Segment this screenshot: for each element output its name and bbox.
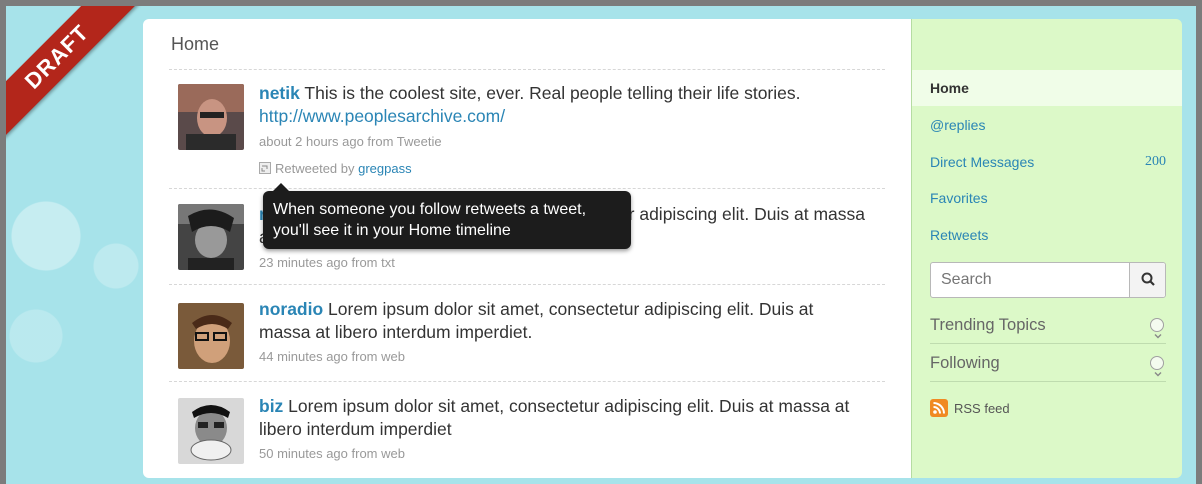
- tweet-text: Lorem ipsum dolor sit amet, consectetur …: [259, 396, 850, 439]
- retweet-line: Retweeted by gregpass: [259, 161, 412, 176]
- tweet-item: noradio Lorem ipsum dolor sit amet, cons…: [169, 284, 885, 380]
- tweet-meta: 44 minutes ago from web: [259, 349, 405, 364]
- rss-label: RSS feed: [954, 401, 1010, 416]
- section-label: Following: [930, 354, 1000, 372]
- retweet-label: Retweeted by: [275, 161, 359, 176]
- magnifier-icon: [1141, 272, 1155, 286]
- retweet-user-link[interactable]: gregpass: [358, 161, 411, 176]
- tweet-username[interactable]: noradio: [259, 299, 323, 319]
- avatar[interactable]: [178, 398, 244, 464]
- sidebar-item-home[interactable]: Home: [912, 70, 1182, 106]
- tweet-item: netik This is the coolest site, ever. Re…: [169, 69, 885, 189]
- following-section[interactable]: Following: [930, 344, 1166, 382]
- rss-feed-link[interactable]: RSS feed: [930, 399, 1010, 417]
- page-title: Home: [171, 34, 220, 54]
- search-input[interactable]: [931, 263, 1129, 297]
- sidebar-item-retweets[interactable]: Retweets: [912, 217, 1182, 253]
- rss-icon: [930, 399, 948, 417]
- tweet-meta: 23 minutes ago from txt: [259, 255, 395, 270]
- avatar[interactable]: [178, 303, 244, 369]
- sidebar-item-direct-messages[interactable]: Direct Messages 200: [912, 144, 1182, 180]
- tweet-username[interactable]: biz: [259, 396, 283, 416]
- tweet-text: Lorem ipsum dolor sit amet, consectetur …: [259, 299, 814, 342]
- tweet-meta: 50 minutes ago from web: [259, 446, 405, 461]
- tweet-text: This is the coolest site, ever. Real peo…: [299, 83, 801, 103]
- chevron-down-icon: [1150, 318, 1164, 339]
- timeline-panel: Home netik This is the coolest site, eve…: [143, 19, 912, 478]
- retweet-tooltip: When someone you follow retweets a tweet…: [263, 183, 631, 249]
- tweet-username[interactable]: netik: [259, 83, 300, 103]
- sidebar: Home @replies Direct Messages 200 Favori…: [911, 19, 1182, 478]
- avatar[interactable]: [178, 204, 244, 270]
- search-box: [930, 262, 1166, 298]
- retweet-icon: [259, 162, 271, 174]
- section-label: Trending Topics: [930, 316, 1046, 334]
- sidebar-item-replies[interactable]: @replies: [912, 107, 1182, 143]
- search-button[interactable]: [1129, 263, 1165, 297]
- avatar[interactable]: [178, 84, 244, 150]
- message-count: 200: [1145, 154, 1166, 169]
- tweet-link[interactable]: http://www.peoplesarchive.com/: [259, 106, 505, 126]
- chevron-down-icon: [1150, 356, 1164, 377]
- draft-ribbon: DRAFT: [6, 6, 138, 138]
- tweet-item: biz Lorem ipsum dolor sit amet, consecte…: [169, 381, 885, 477]
- tweet-meta: about 2 hours ago from Tweetie: [259, 134, 442, 149]
- sidebar-item-favorites[interactable]: Favorites: [912, 180, 1182, 216]
- trending-topics-section[interactable]: Trending Topics: [930, 306, 1166, 344]
- sidebar-item-label: Direct Messages: [930, 154, 1035, 170]
